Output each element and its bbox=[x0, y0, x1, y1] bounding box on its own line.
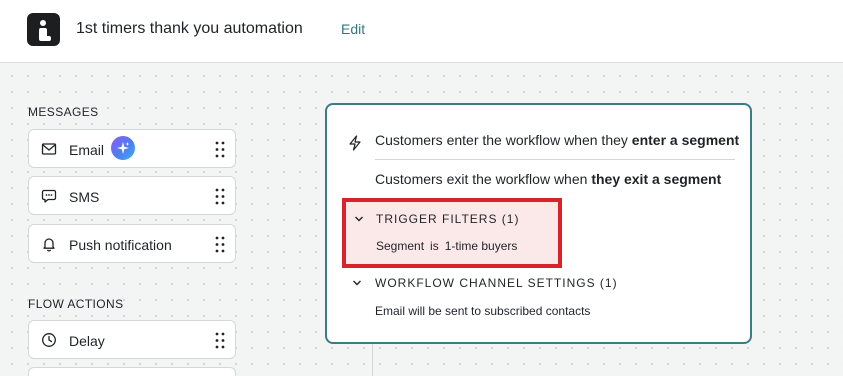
sms-message-tile[interactable]: SMS bbox=[28, 176, 236, 215]
drag-handle-icon[interactable] bbox=[215, 141, 225, 158]
divider bbox=[375, 159, 735, 160]
trigger-filters-section[interactable]: TRIGGER FILTERS (1) Segment is 1-time buye… bbox=[342, 198, 562, 268]
delay-tile-label: Delay bbox=[69, 333, 105, 349]
messages-section-label: MESSAGES bbox=[28, 105, 99, 119]
sms-tile-label: SMS bbox=[69, 189, 100, 205]
flow-connector-line bbox=[372, 342, 373, 376]
lightning-bolt-icon bbox=[349, 135, 361, 151]
edit-title-link[interactable]: Edit bbox=[341, 21, 365, 37]
chat-bubble-icon bbox=[41, 189, 57, 203]
flow-actions-section-label: FLOW ACTIONS bbox=[28, 297, 124, 311]
trigger-filter-rule: Segment is 1-time buyers bbox=[376, 239, 518, 253]
workflow-title: 1st timers thank you automation bbox=[76, 20, 303, 37]
trigger-filters-heading: TRIGGER FILTERS (1) bbox=[376, 212, 520, 226]
chevron-down-icon[interactable] bbox=[352, 279, 362, 287]
top-bar: 1st timers thank you automation Edit bbox=[0, 0, 843, 63]
exit-condition-text: Customers exit the workflow when they ex… bbox=[375, 171, 722, 187]
channel-settings-heading[interactable]: WORKFLOW CHANNEL SETTINGS (1) bbox=[375, 276, 618, 290]
next-action-tile[interactable] bbox=[28, 367, 236, 376]
clock-icon bbox=[42, 333, 56, 347]
drag-handle-icon[interactable] bbox=[215, 188, 225, 205]
email-tile-label: Email bbox=[69, 142, 105, 158]
brand-logo-icon[interactable] bbox=[27, 13, 60, 46]
push-notification-tile[interactable]: Push notification bbox=[28, 224, 236, 263]
bell-icon bbox=[43, 238, 55, 252]
workflow-trigger-card[interactable]: Customers enter the workflow when they e… bbox=[325, 103, 752, 344]
drag-handle-icon[interactable] bbox=[215, 236, 225, 253]
delay-action-tile[interactable]: Delay bbox=[28, 320, 236, 359]
drag-handle-icon[interactable] bbox=[215, 332, 225, 349]
envelope-icon bbox=[41, 143, 57, 155]
email-message-tile[interactable]: Email bbox=[28, 129, 236, 168]
chevron-down-icon[interactable] bbox=[354, 215, 364, 223]
ai-sparkle-icon bbox=[111, 136, 135, 160]
entry-condition-text: Customers enter the workflow when they e… bbox=[375, 132, 740, 148]
channel-settings-detail: Email will be sent to subscribed contact… bbox=[375, 304, 591, 318]
push-tile-label: Push notification bbox=[69, 237, 172, 253]
